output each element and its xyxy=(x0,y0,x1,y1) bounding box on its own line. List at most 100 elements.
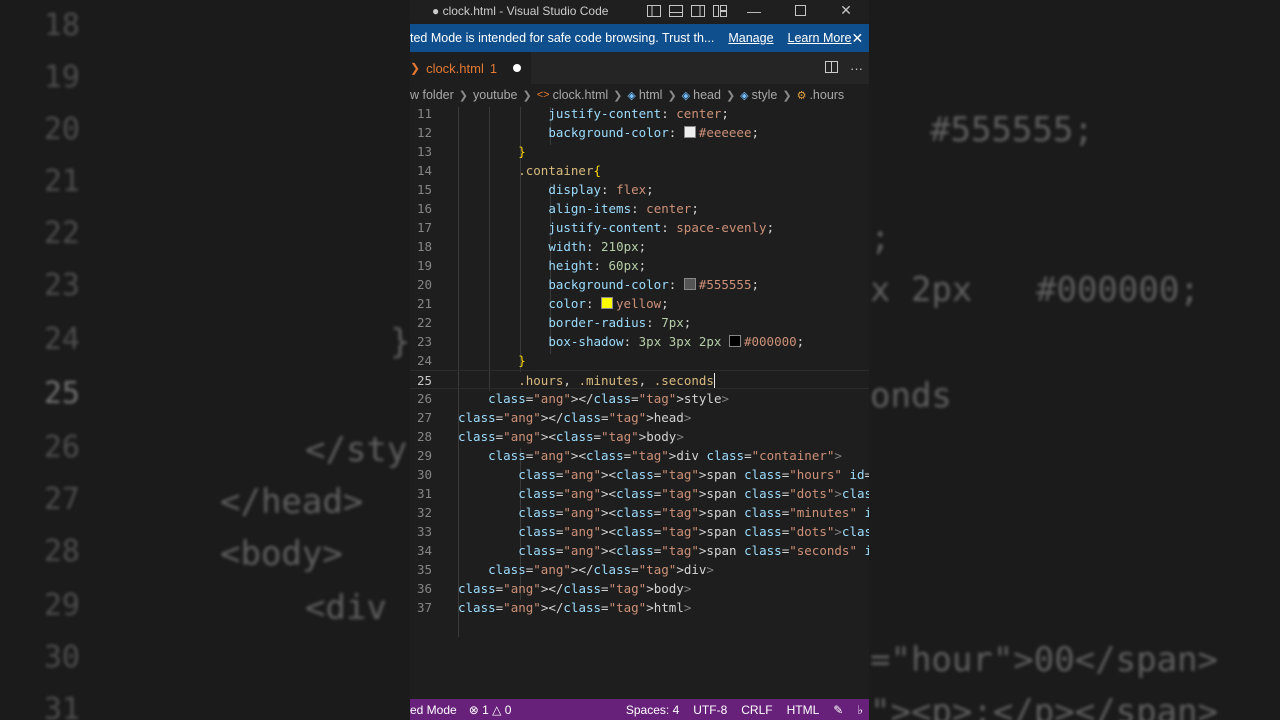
breadcrumb-head[interactable]: ◈ head xyxy=(682,88,721,102)
bg-line-number: 19 xyxy=(43,60,80,95)
code-text: } xyxy=(518,353,526,368)
line-number: 13 xyxy=(416,144,432,159)
code-line[interactable]: 14 .container{ xyxy=(410,161,869,180)
code-line[interactable]: 29 class="ang"><class="tag">div class="c… xyxy=(410,446,869,465)
code-line[interactable]: 27 class="ang"></class="tag">head> xyxy=(410,408,869,427)
html-file-icon: <> xyxy=(536,89,550,101)
unsaved-dot-icon[interactable] xyxy=(513,64,522,72)
code-line[interactable]: 22 border-radius: 7px; xyxy=(410,313,869,332)
code-line[interactable]: 12 background-color: #eeeeee; xyxy=(410,123,869,142)
code-text: box-shadow: 3px 3px 2px #000000; xyxy=(548,334,805,349)
chevron-right-icon: ❯ xyxy=(458,89,468,102)
close-banner-icon[interactable]: ✕ xyxy=(851,30,863,47)
bg-line-number: 28 xyxy=(43,534,80,569)
code-editor[interactable]: 11 justify-content: center; 12 background… xyxy=(410,107,869,699)
code-line[interactable]: 23 box-shadow: 3px 3px 2px #000000; xyxy=(410,332,869,351)
code-line[interactable]: 26 class="ang"></class="tag">style> xyxy=(410,389,869,408)
learn-more-link[interactable]: Learn More xyxy=(788,31,852,45)
color-swatch[interactable] xyxy=(683,126,696,138)
code-text: justify-content: center; xyxy=(548,107,729,121)
breadcrumb-html[interactable]: ◈ html xyxy=(627,88,662,102)
code-line[interactable]: 25 .hours, .minutes, .seconds xyxy=(410,370,869,389)
customize-layout-icon[interactable] xyxy=(709,0,731,21)
breadcrumb-folder[interactable]: w folder xyxy=(410,88,454,102)
line-number: 12 xyxy=(416,125,432,140)
code-text: align-items: center; xyxy=(548,201,699,216)
line-number: 37 xyxy=(416,600,432,615)
code-line[interactable]: 18 width: 210px; xyxy=(410,237,869,256)
code-line[interactable]: 36 class="ang"></class="tag">body> xyxy=(410,579,869,598)
toggle-panel-icon[interactable] xyxy=(665,0,687,21)
code-line[interactable]: 19 height: 60px; xyxy=(410,256,869,275)
breadcrumb-label: head xyxy=(693,88,721,102)
code-text: } xyxy=(518,144,526,159)
line-number: 27 xyxy=(416,410,432,425)
breadcrumb-file[interactable]: <> clock.html xyxy=(537,88,608,102)
restricted-mode-status[interactable]: ed Mode xyxy=(410,703,457,717)
element-icon: ◈ xyxy=(627,89,636,102)
code-line[interactable]: 16 align-items: center; xyxy=(410,199,869,218)
code-text: .hours, .minutes, .seconds xyxy=(518,373,715,388)
code-text: width: 210px; xyxy=(548,239,647,254)
code-line[interactable]: 28 class="ang"><class="tag">body> xyxy=(410,427,869,446)
breadcrumb: w folder ❯ youtube ❯ <> clock.html ❯ ◈ htm… xyxy=(410,84,869,106)
code-line[interactable]: 11 justify-content: center; xyxy=(410,107,869,123)
code-line[interactable]: 30 class="ang"><class="tag">span class="… xyxy=(410,465,869,484)
code-text: class="ang"></class="tag">head> xyxy=(458,410,692,425)
bg-code-fragment: #555555; xyxy=(930,110,1094,150)
notifications-bell-icon[interactable]: ♭ xyxy=(857,703,863,717)
bg-line-number: 29 xyxy=(43,588,80,623)
line-number: 20 xyxy=(416,277,432,292)
tab-clock-html[interactable]: ❯ clock.html 1 xyxy=(410,52,532,84)
toggle-primary-sidebar-icon[interactable] xyxy=(643,0,665,21)
minimize-icon[interactable]: — xyxy=(731,0,777,21)
maximize-icon[interactable] xyxy=(777,0,823,21)
code-line[interactable]: 32 class="ang"><class="tag">span class="… xyxy=(410,503,869,522)
bg-line-number: 24 xyxy=(43,322,80,357)
error-count: 1 xyxy=(482,702,489,717)
title-bar: ● clock.html - Visual Studio Code — ✕ xyxy=(410,0,869,21)
split-editor-icon[interactable] xyxy=(825,60,838,76)
code-line[interactable]: 20 background-color: #555555; xyxy=(410,275,869,294)
toggle-secondary-sidebar-icon[interactable] xyxy=(687,0,709,21)
manage-link[interactable]: Manage xyxy=(728,31,773,45)
code-line[interactable]: 35 class="ang"></class="tag">div> xyxy=(410,560,869,579)
code-line[interactable]: 37 class="ang"></class="tag">html> xyxy=(410,598,869,617)
indentation-status[interactable]: Spaces: 4 xyxy=(626,703,679,717)
breadcrumb-selector[interactable]: ⚙ .hours xyxy=(797,88,845,102)
code-line[interactable]: 24 } xyxy=(410,351,869,370)
code-line[interactable]: 31 class="ang"><class="tag">span class="… xyxy=(410,484,869,503)
code-line[interactable]: 33 class="ang"><class="tag">span class="… xyxy=(410,522,869,541)
problems-status[interactable]: ⊗ 1 △ 0 xyxy=(469,703,512,717)
code-line[interactable]: 15 display: flex; xyxy=(410,180,869,199)
symbol-icon: ⚙ xyxy=(796,89,807,102)
breadcrumb-label: .hours xyxy=(809,88,845,102)
bg-code-fragment: x 2px xyxy=(870,270,973,310)
warning-icon: △ xyxy=(492,702,502,717)
chevron-right-icon: ❯ xyxy=(613,89,623,102)
status-bar: ed Mode ⊗ 1 △ 0 Spaces: 4 UTF-8 CRLF HTM… xyxy=(410,699,869,720)
encoding-status[interactable]: UTF-8 xyxy=(693,703,727,717)
code-text: class="ang"><class="tag">span class="hou… xyxy=(518,467,869,482)
tab-filename: clock.html xyxy=(426,60,484,76)
code-line[interactable]: 34 class="ang"><class="tag">span class="… xyxy=(410,541,869,560)
color-swatch[interactable] xyxy=(683,278,696,290)
feedback-icon[interactable]: ✎ xyxy=(833,703,843,717)
code-line[interactable]: 17 justify-content: space-evenly; xyxy=(410,218,869,237)
color-swatch[interactable] xyxy=(728,335,741,347)
close-window-icon[interactable]: ✕ xyxy=(823,0,869,21)
breadcrumb-style[interactable]: ◈ style xyxy=(740,88,777,102)
window-title: ● clock.html - Visual Studio Code xyxy=(432,3,609,18)
bg-code-fragment: ; xyxy=(870,218,891,258)
bg-code-fragment: <div xyxy=(305,588,387,628)
more-actions-icon[interactable]: ··· xyxy=(850,61,863,76)
color-swatch[interactable] xyxy=(601,297,614,309)
breadcrumb-youtube[interactable]: youtube xyxy=(473,88,517,102)
line-number: 30 xyxy=(416,467,432,482)
bg-code-fragment: </head> xyxy=(220,482,364,522)
code-text: class="ang"></class="tag">div> xyxy=(488,562,714,577)
eol-status[interactable]: CRLF xyxy=(741,703,772,717)
code-line[interactable]: 21 color: yellow; xyxy=(410,294,869,313)
code-line[interactable]: 13 } xyxy=(410,142,869,161)
language-mode-status[interactable]: HTML xyxy=(787,703,820,717)
